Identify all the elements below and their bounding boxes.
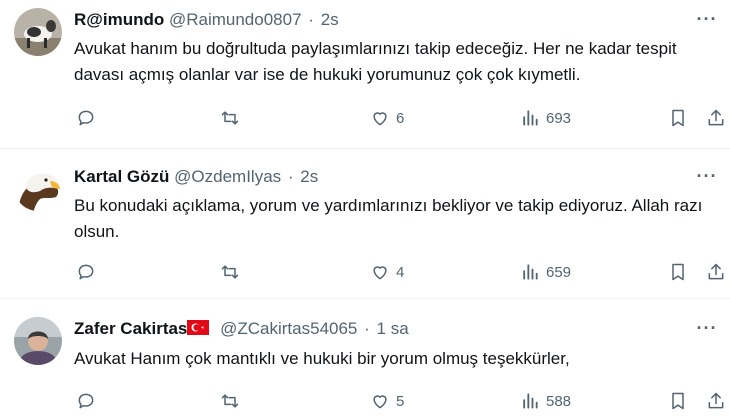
retweet-icon [221, 111, 239, 125]
avatar[interactable] [14, 8, 62, 56]
share-icon [708, 263, 724, 280]
reply-icon [78, 110, 94, 126]
like-button[interactable]: 4 [370, 261, 404, 283]
views-icon [523, 264, 538, 280]
views-icon [523, 393, 538, 409]
like-button[interactable]: 6 [370, 107, 404, 129]
separator-dot: · [364, 319, 370, 338]
tweet-header: R@imundo @Raimundo0807 · 2s [74, 9, 339, 31]
tweet-header: Kartal Gözü @OzdemIlyas · 2s [74, 166, 318, 188]
views-button[interactable]: 588 [520, 390, 571, 412]
like-button[interactable]: 5 [370, 390, 404, 412]
retweet-button[interactable] [220, 390, 246, 412]
more-icon[interactable]: ··· [694, 319, 720, 341]
heart-icon [373, 266, 387, 280]
bookmark-icon [672, 263, 684, 281]
like-count: 5 [396, 392, 405, 410]
tweet[interactable]: Zafer Cakirtas @ZCakirtas54065 · 1 sa ··… [0, 299, 730, 420]
share-button[interactable] [706, 107, 726, 129]
share-icon [708, 109, 724, 126]
bookmark-button[interactable] [668, 107, 688, 129]
timestamp[interactable]: 1 sa [377, 319, 409, 338]
like-count: 4 [396, 263, 405, 281]
avatar[interactable] [14, 317, 62, 365]
display-name[interactable]: Zafer Cakirtas [74, 319, 187, 338]
user-handle[interactable]: @Raimundo0807 [169, 10, 302, 29]
timestamp[interactable]: 2s [321, 10, 339, 29]
reply-icon [78, 264, 94, 280]
reply-button[interactable] [76, 261, 102, 283]
bookmark-button[interactable] [668, 261, 688, 283]
separator-dot: · [308, 10, 314, 29]
goat-icon [14, 8, 62, 56]
share-button[interactable] [706, 261, 726, 283]
tweet-actions: 5 588 [74, 390, 724, 412]
user-handle[interactable]: @ZCakirtas54065 [220, 319, 357, 338]
reply-button[interactable] [76, 390, 102, 412]
views-button[interactable]: 659 [520, 261, 571, 283]
eagle-icon [14, 163, 62, 211]
more-icon[interactable]: ··· [694, 167, 720, 189]
view-count: 693 [546, 109, 572, 127]
share-button[interactable] [706, 390, 726, 412]
reply-icon [78, 393, 94, 409]
tweet-actions: 4 659 [74, 261, 724, 283]
views-button[interactable]: 693 [520, 107, 571, 129]
bookmark-icon [672, 392, 684, 410]
separator-dot: · [287, 167, 294, 186]
display-name[interactable]: R@imundo [74, 10, 164, 29]
view-count: 588 [546, 392, 572, 410]
avatar[interactable] [14, 163, 62, 211]
reply-button[interactable] [76, 107, 102, 129]
bookmark-icon [672, 109, 684, 127]
share-icon [708, 392, 724, 409]
heart-icon [373, 112, 387, 126]
turkey-flag-icon [187, 320, 210, 335]
tweet[interactable]: R@imundo @Raimundo0807 · 2s ··· Avukat h… [0, 0, 730, 148]
retweet-button[interactable] [220, 261, 246, 283]
user-handle[interactable]: @OzdemIlyas [174, 167, 281, 186]
tweet[interactable]: Kartal Gözü @OzdemIlyas · 2s ··· Bu konu… [0, 149, 730, 297]
more-icon[interactable]: ··· [694, 10, 720, 32]
tweet-text: Avukat Hanım çok mantıklı ve hukuki bir … [74, 349, 570, 368]
like-count: 6 [396, 109, 405, 127]
tweet-header: Zafer Cakirtas @ZCakirtas54065 · 1 sa [74, 318, 409, 340]
bookmark-button[interactable] [668, 390, 688, 412]
tweet-text: Avukat hanım bu doğrultuda paylaşımların… [74, 39, 677, 84]
person-icon [14, 317, 62, 365]
tweet-actions: 6 693 [74, 107, 724, 129]
retweet-button[interactable] [220, 107, 246, 129]
display-name[interactable]: Kartal Gözü [74, 167, 169, 186]
tweet-text: Bu konudaki açıklama, yorum ve yardımlar… [74, 196, 703, 241]
retweet-icon [221, 394, 239, 408]
views-icon [523, 110, 538, 126]
heart-icon [373, 395, 387, 409]
view-count: 659 [546, 263, 572, 281]
retweet-icon [221, 265, 239, 279]
timestamp[interactable]: 2s [300, 167, 318, 186]
